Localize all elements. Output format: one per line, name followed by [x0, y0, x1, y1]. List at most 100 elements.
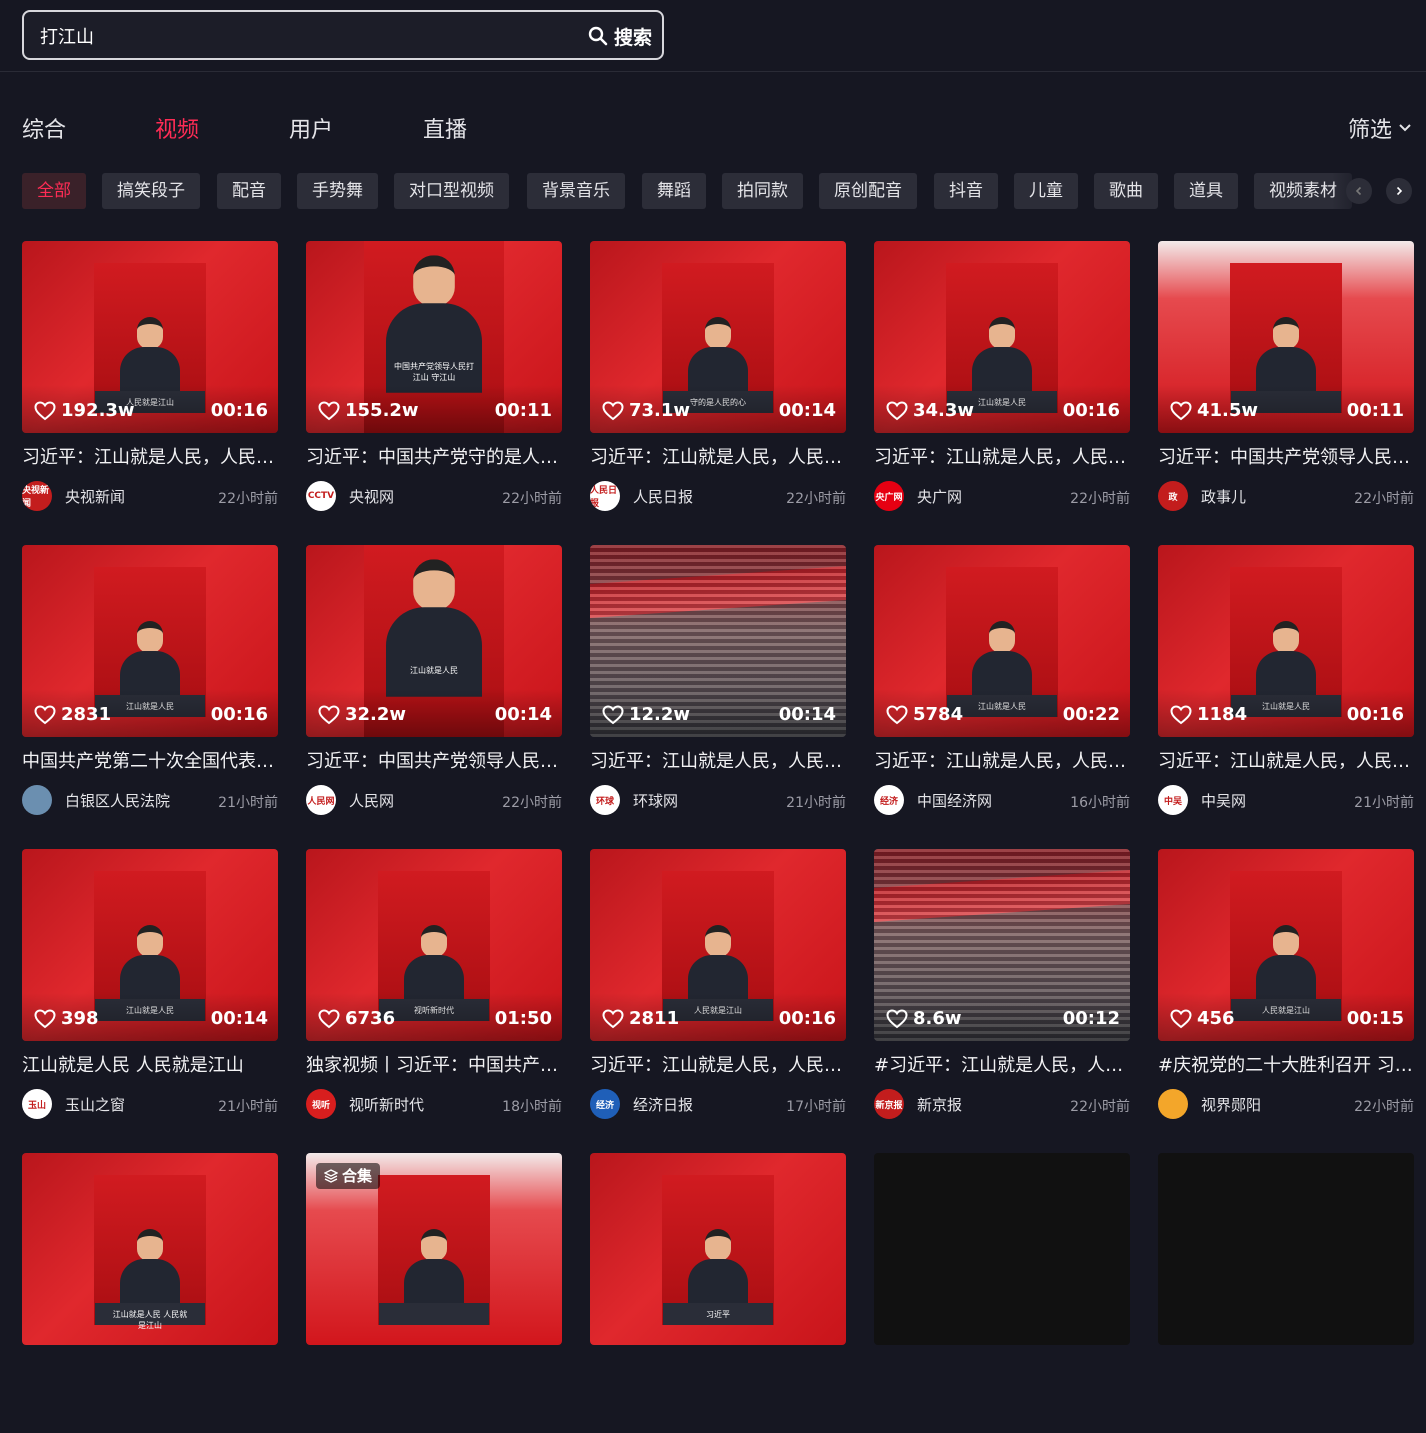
author-name[interactable]: 央视新闻 — [65, 486, 125, 507]
video-title[interactable]: 习近平：中国共产党领导人民… — [1158, 443, 1414, 469]
author-avatar[interactable] — [1158, 1089, 1188, 1119]
scroll-left-button[interactable] — [1346, 178, 1372, 204]
video-title[interactable]: 习近平：江山就是人民，人民… — [590, 747, 846, 773]
tab-user[interactable]: 用户 — [289, 112, 333, 144]
author-avatar[interactable]: 视听 — [306, 1089, 336, 1119]
author-avatar[interactable]: 央视新闻 — [22, 481, 52, 511]
video-card[interactable]: 江山就是人民578400:22习近平：江山就是人民，人民…经济中国经济网16小时… — [874, 545, 1130, 825]
video-card[interactable]: 习近平 — [590, 1153, 846, 1433]
video-title[interactable]: 习近平：江山就是人民，人民… — [1158, 747, 1414, 773]
video-thumbnail[interactable]: 人民就是江山281100:16 — [590, 849, 846, 1041]
video-thumbnail[interactable]: 江山就是人民283100:16 — [22, 545, 278, 737]
chip[interactable]: 手势舞 — [297, 173, 378, 209]
video-card[interactable]: 8.6w 00:12 #习近平：江山就是人民，人民… 新京报 新京报 22小时前 — [874, 849, 1130, 1129]
video-card[interactable]: 江山就是人民39800:14江山就是人民 人民就是江山玉山玉山之窗21小时前 — [22, 849, 278, 1129]
video-title[interactable]: 习近平：江山就是人民，人民… — [22, 443, 278, 469]
video-card[interactable]: 人民就是江山45600:15#庆祝党的二十大胜利召开 习…视界郧阳22小时前 — [1158, 849, 1414, 1129]
tab-live[interactable]: 直播 — [423, 112, 467, 144]
author-name[interactable]: 政事儿 — [1201, 486, 1246, 507]
author-name[interactable]: 视界郧阳 — [1201, 1094, 1261, 1115]
video-card[interactable] — [874, 1153, 1130, 1433]
search-box[interactable]: 搜索 — [22, 10, 664, 60]
video-title[interactable]: 习近平：江山就是人民，人民… — [874, 747, 1130, 773]
tab-all[interactable]: 综合 — [22, 112, 66, 144]
video-thumbnail[interactable] — [874, 1153, 1130, 1345]
author-avatar[interactable]: 人民网 — [306, 785, 336, 815]
author-name[interactable]: 环球网 — [633, 790, 678, 811]
chip[interactable]: 背景音乐 — [527, 173, 625, 209]
chip[interactable]: 搞笑段子 — [102, 173, 200, 209]
video-card[interactable]: 守的是人民的心73.1w00:14习近平：江山就是人民，人民…人民日报人民日报2… — [590, 241, 846, 521]
author-name[interactable]: 中吴网 — [1201, 790, 1246, 811]
video-thumbnail[interactable]: 人民就是江山45600:15 — [1158, 849, 1414, 1041]
author-avatar[interactable]: 环球 — [590, 785, 620, 815]
video-title[interactable]: 习近平：江山就是人民，人民… — [590, 443, 846, 469]
filter-button[interactable]: 筛选 — [1348, 112, 1412, 144]
chip-all[interactable]: 全部 — [22, 173, 86, 209]
author-avatar[interactable]: 经济 — [590, 1089, 620, 1119]
video-card[interactable]: 人民就是江山192.3w00:16习近平：江山就是人民，人民…央视新闻央视新闻2… — [22, 241, 278, 521]
chip[interactable]: 拍同款 — [722, 173, 803, 209]
author-avatar[interactable]: 政 — [1158, 481, 1188, 511]
video-thumbnail[interactable]: 视听新时代673601:50 — [306, 849, 562, 1041]
author-avatar[interactable]: 玉山 — [22, 1089, 52, 1119]
author-name[interactable]: 央视网 — [349, 486, 394, 507]
video-card[interactable]: 视听新时代 6736 01:50 独家视频丨习近平：中国共产… 视听 视听新时代 18小时前 — [306, 849, 562, 1129]
chip[interactable]: 歌曲 — [1094, 173, 1158, 209]
video-card[interactable]: 江山就是人民 32.2w 00:14 习近平：中国共产党领导人民… 人民网 人民网 22小时… — [306, 545, 562, 825]
author-avatar[interactable]: CCTV — [306, 481, 336, 511]
video-card[interactable]: 江山就是人民118400:16习近平：江山就是人民，人民…中吴中吴网21小时前 — [1158, 545, 1414, 825]
video-thumbnail[interactable]: 守的是人民的心73.1w00:14 — [590, 241, 846, 433]
author-name[interactable]: 新京报 — [917, 1094, 962, 1115]
video-title[interactable]: 江山就是人民 人民就是江山 — [22, 1051, 278, 1077]
tab-video[interactable]: 视频 — [155, 112, 199, 144]
video-title[interactable]: 独家视频丨习近平：中国共产… — [306, 1051, 562, 1077]
chip[interactable]: 舞蹈 — [642, 173, 706, 209]
video-thumbnail[interactable]: 江山就是人民34.3w00:16 — [874, 241, 1130, 433]
author-name[interactable]: 经济日报 — [633, 1094, 693, 1115]
video-card[interactable]: 41.5w 00:11 习近平：中国共产党领导人民… 政 政事儿 22小时前 — [1158, 241, 1414, 521]
author-avatar[interactable] — [22, 785, 52, 815]
video-card[interactable]: 12.2w 00:14 习近平：江山就是人民，人民… 环球 环球网 21小时前 — [590, 545, 846, 825]
video-card[interactable]: 合集 — [306, 1153, 562, 1433]
video-thumbnail[interactable]: 8.6w 00:12 — [874, 849, 1130, 1041]
video-thumbnail[interactable]: 12.2w 00:14 — [590, 545, 846, 737]
video-thumbnail[interactable]: 合集 — [306, 1153, 562, 1345]
search-button[interactable]: 搜索 — [588, 21, 652, 51]
video-card[interactable]: 江山就是人民 人民就是江山 — [22, 1153, 278, 1433]
chip[interactable]: 对口型视频 — [394, 173, 509, 209]
video-title[interactable]: 习近平：江山就是人民，人民… — [874, 443, 1130, 469]
author-name[interactable]: 人民日报 — [633, 486, 693, 507]
author-avatar[interactable]: 经济 — [874, 785, 904, 815]
video-title[interactable]: 习近平：中国共产党领导人民… — [306, 747, 562, 773]
video-card[interactable]: 中国共产党领导人民打江山 守江山 155.2w 00:11 习近平：中国共产党守的是人… — [306, 241, 562, 521]
video-thumbnail[interactable]: 江山就是人民118400:16 — [1158, 545, 1414, 737]
chip[interactable]: 配音 — [217, 173, 281, 209]
video-title[interactable]: #庆祝党的二十大胜利召开 习… — [1158, 1051, 1414, 1077]
author-avatar[interactable]: 人民日报 — [590, 481, 620, 511]
author-name[interactable]: 人民网 — [349, 790, 394, 811]
chip[interactable]: 原创配音 — [819, 173, 917, 209]
video-thumbnail[interactable]: 人民就是江山192.3w00:16 — [22, 241, 278, 433]
video-thumbnail[interactable]: 中国共产党领导人民打江山 守江山 155.2w 00:11 — [306, 241, 562, 433]
video-title[interactable]: 中国共产党第二十次全国代表… — [22, 747, 278, 773]
chip[interactable]: 抖音 — [934, 173, 998, 209]
video-title[interactable]: #习近平：江山就是人民，人民… — [874, 1051, 1130, 1077]
video-title[interactable]: 习近平：江山就是人民，人民… — [590, 1051, 846, 1077]
author-name[interactable]: 白银区人民法院 — [65, 790, 170, 811]
video-thumbnail[interactable]: 江山就是人民578400:22 — [874, 545, 1130, 737]
video-thumbnail[interactable]: 江山就是人民39800:14 — [22, 849, 278, 1041]
chip[interactable]: 儿童 — [1014, 173, 1078, 209]
author-name[interactable]: 玉山之窗 — [65, 1094, 125, 1115]
video-card[interactable] — [1158, 1153, 1414, 1433]
author-name[interactable]: 中国经济网 — [917, 790, 992, 811]
video-thumbnail[interactable]: 习近平 — [590, 1153, 846, 1345]
author-avatar[interactable]: 新京报 — [874, 1089, 904, 1119]
author-avatar[interactable]: 中吴 — [1158, 785, 1188, 815]
author-avatar[interactable]: 央广网 — [874, 481, 904, 511]
search-input[interactable] — [40, 24, 560, 48]
video-title[interactable]: 习近平：中国共产党守的是人… — [306, 443, 562, 469]
video-thumbnail[interactable] — [1158, 1153, 1414, 1345]
author-name[interactable]: 视听新时代 — [349, 1094, 424, 1115]
video-card[interactable]: 人民就是江山281100:16习近平：江山就是人民，人民…经济经济日报17小时前 — [590, 849, 846, 1129]
